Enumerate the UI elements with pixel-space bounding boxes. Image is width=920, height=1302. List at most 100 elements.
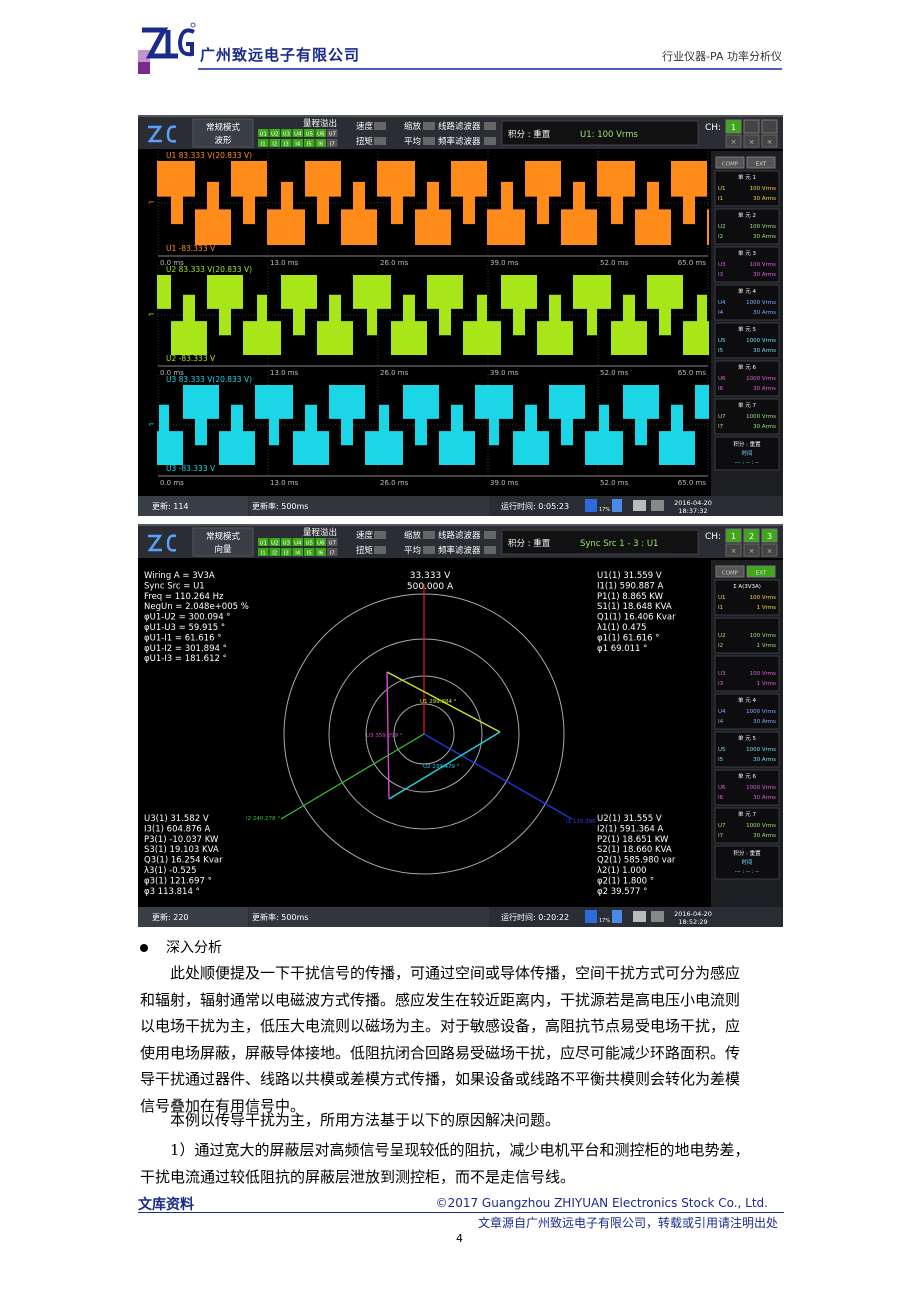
measurement-left-bottom: P3(1) -10.037 KW xyxy=(144,835,219,845)
unit-voltage-channel: U3 xyxy=(718,671,726,677)
range-flag-u-label: U2 xyxy=(271,541,279,547)
status-time: 18:52:29 xyxy=(678,918,707,926)
range-flag-u-label: U4 xyxy=(294,541,302,547)
mode-label[interactable]: 常规模式 xyxy=(206,531,241,542)
range-flag-i-label: I7 xyxy=(330,142,336,148)
channel-label: CH: xyxy=(705,123,721,133)
unit-voltage-range: 100 Vrms xyxy=(750,633,777,639)
range-flag-i-label: I6 xyxy=(318,551,324,557)
run-time: 运行时间: 0:20:22 xyxy=(501,912,569,922)
close-icon[interactable]: ✕ xyxy=(749,139,755,147)
unit-voltage-channel: U4 xyxy=(718,709,726,715)
range-flag-i-label: I3 xyxy=(284,551,290,557)
measurement-right-top: S1(1) 18.648 KVA xyxy=(597,602,672,612)
unit-voltage-range: 1000 Vrms xyxy=(746,785,776,791)
range-flag-u-label: U3 xyxy=(282,132,290,138)
text-line: 以电场干扰为主，低压大电流则以磁场为主。对于敏感设备，高阻抗节点易受电场干扰，应 xyxy=(140,1017,741,1035)
channel-button-label[interactable]: 1 xyxy=(731,532,736,541)
channel-button-label[interactable]: 2 xyxy=(749,532,754,541)
waveform-u3: U3 83.333 V(20.833 V) U3 -83.333 V ⌐ 0.0 ms… xyxy=(148,375,709,487)
trace-scale-top: U2 83.333 V(20.833 V) xyxy=(166,265,252,274)
close-icon[interactable]: ✕ xyxy=(731,139,737,147)
measurement-right-bottom: φ2 39.577 ° xyxy=(597,887,647,897)
unit-voltage-channel: U5 xyxy=(718,338,726,344)
measurement-right-top: φ1 69.011 ° xyxy=(597,644,647,654)
measurement-left-bottom: S3(1) 19.103 KVA xyxy=(144,845,219,855)
unit-voltage-range: 1000 Vrms xyxy=(746,709,776,715)
status-date: 2016-04-20 xyxy=(674,499,712,507)
close-icon[interactable]: ✕ xyxy=(749,548,755,556)
ext-label[interactable]: EXT xyxy=(756,571,767,577)
close-icon[interactable]: ✕ xyxy=(731,548,737,556)
unit-current-channel: I7 xyxy=(718,424,724,430)
vector-label-i2: I2 240.278 ° xyxy=(246,816,280,822)
unit-voltage-range: 100 Vrms xyxy=(750,262,777,268)
torque-indicator xyxy=(374,137,386,145)
line-filter-label: 线路滤波器 xyxy=(438,530,481,541)
paragraph-reason-1: 1）通过宽大的屏蔽层对高频信号呈现较低的阻抗，减少电机平台和测控柜的地电势差， … xyxy=(140,1137,783,1190)
comp-label[interactable]: COMP xyxy=(722,162,739,168)
range-flag-u-label: U5 xyxy=(305,541,313,547)
range-flag-u-label: U1 xyxy=(259,541,267,547)
channel-readout: U1: 100 Vrms xyxy=(580,130,639,140)
usb-icon xyxy=(612,910,622,923)
section-heading-text: 深入分析 xyxy=(166,940,222,956)
printer-icon xyxy=(651,911,664,922)
run-time: 运行时间: 0:05:23 xyxy=(501,501,569,511)
unit-voltage-range: 1000 Vrms xyxy=(746,823,776,829)
measurement-left-bottom: λ3(1) -0.525 xyxy=(144,866,197,876)
measurement-right-bottom: I2(1) 591.364 A xyxy=(597,824,664,834)
channel-button[interactable] xyxy=(743,119,760,134)
copyright: ©2017 Guangzhou ZHIYUAN Electronics Stoc… xyxy=(435,1196,768,1210)
unit-voltage-channel: U3 xyxy=(718,262,726,268)
mode-label[interactable]: 常规模式 xyxy=(206,122,241,133)
trace-scale-bottom: U3 -83.333 V xyxy=(166,464,216,473)
trace-scale-top: U1 83.333 V(20.833 V) xyxy=(166,151,252,160)
range-flag-u-label: U2 xyxy=(271,132,279,138)
unit-voltage-range: 100 Vrms xyxy=(750,671,777,677)
channel-button-label[interactable]: 1 xyxy=(731,123,736,132)
measurement-left-top: NegUn = 2.048e+005 % xyxy=(144,602,249,612)
time-tick: 65.0 ms xyxy=(678,479,707,487)
text-line: 使用电场屏蔽，屏蔽导体接地。低阻抗闭合回路易受磁场干扰，应尽可能减少环路面积。传 xyxy=(140,1043,741,1062)
disk-usage: 17% xyxy=(599,507,610,513)
bullet-icon xyxy=(140,944,148,952)
range-flag-i-label: I4 xyxy=(295,551,301,557)
range-flag-u-label: U1 xyxy=(259,132,267,138)
vector-screenshot: 常规模式 向量 量程溢出 U1 U2 U3 U4 U5 U6 U7 I1 I2 I3 I4 I5 I6 I7 速度… xyxy=(138,524,783,927)
time-tick: 52.0 ms xyxy=(600,479,629,487)
time-tick: 26.0 ms xyxy=(380,479,409,487)
close-icon[interactable]: ✕ xyxy=(767,548,773,556)
average-option-label: 平均 xyxy=(404,545,421,556)
unit-voltage-channel: U7 xyxy=(718,823,726,829)
unit-current-channel: I6 xyxy=(718,386,724,392)
unit-title: 单 元 5 xyxy=(738,734,756,742)
page-number: 4 xyxy=(456,1232,463,1245)
trace-scale-top: U3 83.333 V(20.833 V) xyxy=(166,375,252,384)
zlg-logo-icon xyxy=(138,22,196,74)
unit-current-range: 30 Arms xyxy=(753,719,776,725)
comp-label[interactable]: COMP xyxy=(722,571,739,577)
unit-current-channel: I3 xyxy=(718,272,724,278)
mode-view-label[interactable]: 向量 xyxy=(214,544,232,555)
range-flag-i-label: I5 xyxy=(307,142,313,148)
channel-button-label[interactable]: 3 xyxy=(767,532,772,541)
range-flag-i-label: I2 xyxy=(272,142,277,148)
unit-current-channel: I2 xyxy=(718,643,723,649)
unit-voltage-range: 100 Vrms xyxy=(750,224,777,230)
channel-button[interactable] xyxy=(761,119,778,134)
close-icon[interactable]: ✕ xyxy=(767,139,773,147)
ext-label[interactable]: EXT xyxy=(756,162,767,168)
mode-view-label[interactable]: 波形 xyxy=(214,135,232,146)
waveform-screenshot: 常规模式 波形 量程溢出 U1 U2 U3 U4 U5 U6 U7 I1 I2 I3 I4 I5 I6 I7 速度… xyxy=(138,115,783,516)
unit-voltage-range: 100 Vrms xyxy=(750,186,777,192)
unit-voltage-channel: U1 xyxy=(718,595,726,601)
unit-voltage-range: 100 Vrms xyxy=(750,595,777,601)
integration-box-title: 积分 : 重置 xyxy=(733,849,761,857)
line-filter-label: 线路滤波器 xyxy=(438,121,481,132)
unit-voltage-channel: U7 xyxy=(718,414,726,420)
speed-option-label: 速度 xyxy=(356,530,374,541)
speed-indicator xyxy=(374,122,386,130)
toolbar-edge xyxy=(138,524,783,526)
time-tick: 13.0 ms xyxy=(270,479,299,487)
